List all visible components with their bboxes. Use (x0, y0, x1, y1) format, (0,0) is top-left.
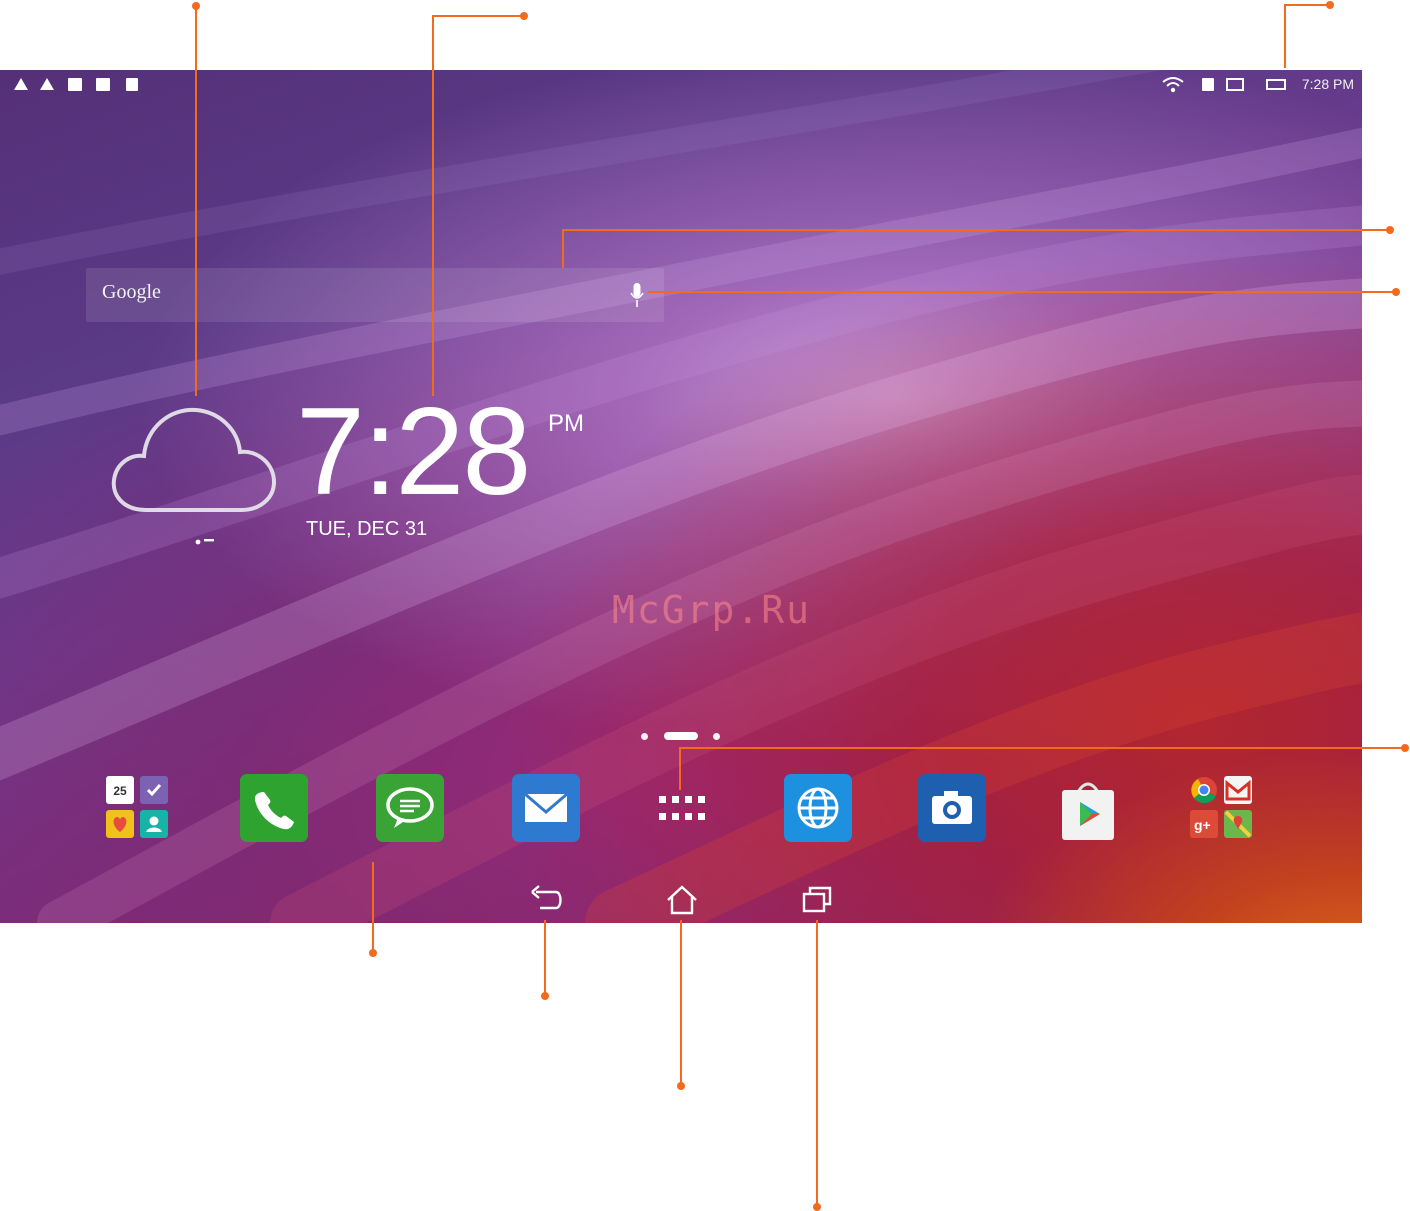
camera-icon (932, 791, 972, 824)
calendar-icon: 25 (106, 776, 134, 804)
calendar-date: 25 (113, 784, 127, 798)
page-dot (641, 733, 648, 740)
email-app[interactable] (512, 774, 580, 842)
all-apps-button[interactable] (648, 774, 716, 842)
status-time: 7:28 PM (1301, 76, 1354, 92)
globe-icon (797, 787, 839, 829)
recent-apps-icon[interactable] (798, 882, 838, 918)
gmail-icon (1224, 776, 1252, 804)
mail-icon (524, 792, 568, 822)
home-screen: 7:28 PM Google 7:28 PM TUE, DEC 31 McGrp… (0, 70, 1362, 923)
browser-app[interactable] (784, 774, 852, 842)
home-icon[interactable] (662, 882, 702, 918)
apps-grid-icon (659, 796, 705, 820)
memo-icon (106, 810, 134, 838)
sim-icon (1202, 78, 1214, 91)
wifi-icon (1162, 77, 1184, 93)
tasks-icon (140, 776, 168, 804)
contacts-icon (140, 810, 168, 838)
page-dot-active (664, 732, 698, 740)
productivity-folder[interactable]: 25 (104, 774, 172, 842)
file-notification-icon (126, 78, 138, 91)
clock-time[interactable]: 7:28 (296, 390, 531, 514)
image-notification-icon (68, 78, 82, 91)
google-search-bar[interactable]: Google (86, 268, 664, 322)
google-folder[interactable]: g+ (1188, 774, 1256, 842)
cloud-icon[interactable] (108, 402, 280, 518)
camera-app[interactable] (918, 774, 986, 842)
google-plus-icon: g+ (1190, 810, 1218, 838)
warning-icon (40, 78, 54, 90)
message-icon (386, 787, 434, 828)
microphone-icon[interactable] (630, 283, 644, 309)
maps-icon (1224, 810, 1252, 838)
battery-icon (1266, 79, 1286, 90)
messaging-app[interactable] (376, 774, 444, 842)
phone-icon (254, 792, 294, 830)
back-icon[interactable] (526, 882, 566, 918)
clock-ampm: PM (548, 410, 584, 437)
play-store-icon (1062, 782, 1114, 840)
screenshot-icon (1226, 78, 1244, 91)
page-dot (713, 733, 720, 740)
svg-text:g+: g+ (1194, 817, 1211, 833)
edit-notification-icon (96, 78, 110, 91)
play-store-app[interactable] (1054, 774, 1122, 842)
callout-status-bar (1284, 4, 1330, 68)
clock-date: TUE, DEC 31 (306, 518, 428, 540)
phone-app[interactable] (240, 774, 308, 842)
weather-indicator-icon (195, 539, 214, 545)
chrome-icon (1190, 776, 1218, 804)
search-label: Google (102, 281, 161, 303)
watermark: McGrp.Ru (612, 588, 812, 632)
warning-icon (14, 78, 28, 90)
